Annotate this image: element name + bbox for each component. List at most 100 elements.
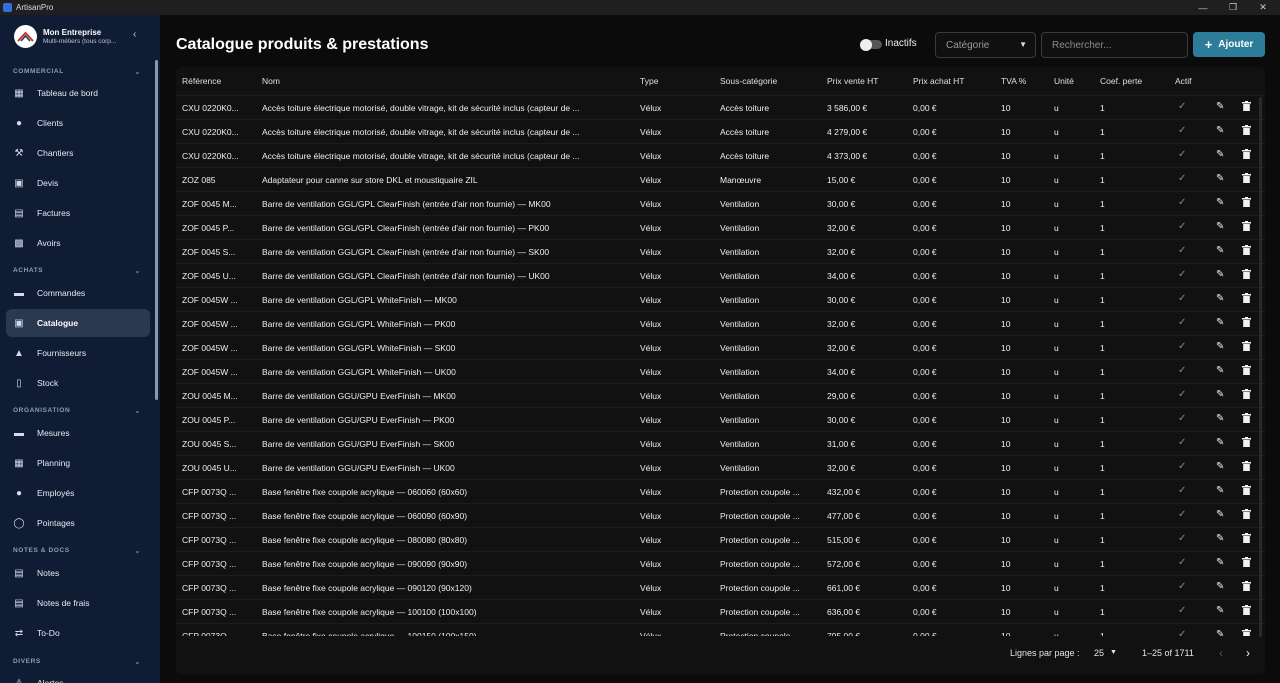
table-row[interactable]: CFP 0073Q ... Base fenêtre fixe coupole a…: [176, 503, 1265, 527]
edit-icon[interactable]: ✎: [1216, 509, 1224, 520]
chevron-down-icon[interactable]: ⌄: [134, 546, 141, 555]
edit-icon[interactable]: ✎: [1216, 293, 1224, 304]
delete-icon[interactable]: [1242, 533, 1251, 546]
delete-icon[interactable]: [1242, 557, 1251, 570]
delete-icon[interactable]: [1242, 389, 1251, 402]
column-header[interactable]: Nom: [262, 76, 280, 86]
delete-icon[interactable]: [1242, 365, 1251, 378]
sidebar-item-alertes[interactable]: ⚠ Alertes: [6, 669, 150, 683]
delete-icon[interactable]: [1242, 125, 1251, 138]
delete-icon[interactable]: [1242, 317, 1251, 330]
table-row[interactable]: CFP 0073Q ... Base fenêtre fixe coupole a…: [176, 527, 1265, 551]
edit-icon[interactable]: ✎: [1216, 365, 1224, 376]
delete-icon[interactable]: [1242, 605, 1251, 618]
category-select[interactable]: Catégorie ▼: [935, 32, 1036, 58]
delete-icon[interactable]: [1242, 341, 1251, 354]
table-row[interactable]: ZOU 0045 S... Barre de ventilation GGU/GP…: [176, 431, 1265, 455]
table-row[interactable]: CXU 0220K0... Accès toiture électrique mo…: [176, 143, 1265, 167]
table-row[interactable]: ZOF 0045W ... Barre de ventilation GGL/GP…: [176, 335, 1265, 359]
table-row[interactable]: CFP 0073Q ... Base fenêtre fixe coupole a…: [176, 599, 1265, 623]
edit-icon[interactable]: ✎: [1216, 413, 1224, 424]
edit-icon[interactable]: ✎: [1216, 245, 1224, 256]
minimize-icon[interactable]: —: [1188, 0, 1218, 15]
column-header[interactable]: TVA %: [1001, 76, 1026, 86]
company-switcher[interactable]: Mon Entreprise Multi-métiers (tous corp.…: [14, 25, 116, 48]
delete-icon[interactable]: [1242, 269, 1251, 282]
table-row[interactable]: ZOF 0045W ... Barre de ventilation GGL/GP…: [176, 311, 1265, 335]
table-row[interactable]: ZOF 0045 P... Barre de ventilation GGL/GP…: [176, 215, 1265, 239]
edit-icon[interactable]: ✎: [1216, 125, 1224, 136]
column-header[interactable]: Type: [640, 76, 658, 86]
edit-icon[interactable]: ✎: [1216, 221, 1224, 232]
table-row[interactable]: CXU 0220K0... Accès toiture électrique mo…: [176, 95, 1265, 119]
delete-icon[interactable]: [1242, 629, 1251, 636]
edit-icon[interactable]: ✎: [1216, 389, 1224, 400]
edit-icon[interactable]: ✎: [1216, 197, 1224, 208]
sidebar-item-planning[interactable]: ▦ Planning: [6, 449, 150, 477]
chevron-down-icon[interactable]: ⌄: [134, 67, 141, 76]
chevron-down-icon[interactable]: ⌄: [134, 657, 141, 666]
column-header[interactable]: Prix achat HT: [913, 76, 965, 86]
chevron-down-icon[interactable]: ▼: [1110, 649, 1117, 656]
table-row[interactable]: CFP 0073Q ... Base fenêtre fixe coupole a…: [176, 575, 1265, 599]
column-header[interactable]: Unité: [1054, 76, 1074, 86]
close-icon[interactable]: ✕: [1248, 0, 1278, 15]
table-row[interactable]: ZOU 0045 M... Barre de ventilation GGU/GP…: [176, 383, 1265, 407]
sidebar-item-to-do[interactable]: ⇄ To-Do: [6, 619, 150, 647]
edit-icon[interactable]: ✎: [1216, 173, 1224, 184]
delete-icon[interactable]: [1242, 509, 1251, 522]
table-row[interactable]: ZOZ 085 Adaptateur pour canne sur store D…: [176, 167, 1265, 191]
sidebar-item-mesures[interactable]: ▬ Mesures: [6, 419, 150, 447]
delete-icon[interactable]: [1242, 173, 1251, 186]
column-header[interactable]: Référence: [182, 76, 221, 86]
delete-icon[interactable]: [1242, 245, 1251, 258]
chevron-down-icon[interactable]: ⌄: [134, 406, 141, 415]
edit-icon[interactable]: ✎: [1216, 269, 1224, 280]
table-row[interactable]: CFP 0073Q ... Base fenêtre fixe coupole a…: [176, 551, 1265, 575]
table-scrollbar[interactable]: [1259, 97, 1262, 637]
sidebar-item-tableau-de-bord[interactable]: ▦ Tableau de bord: [6, 79, 150, 107]
delete-icon[interactable]: [1242, 149, 1251, 162]
sidebar-item-avoirs[interactable]: ▩ Avoirs: [6, 229, 150, 257]
column-header[interactable]: Prix vente HT: [827, 76, 879, 86]
sidebar-item-notes-de-frais[interactable]: ▤ Notes de frais: [6, 589, 150, 617]
edit-icon[interactable]: ✎: [1216, 437, 1224, 448]
sidebar-item-notes[interactable]: ▤ Notes: [6, 559, 150, 587]
sidebar-item-factures[interactable]: ▤ Factures: [6, 199, 150, 227]
next-page-icon[interactable]: ›: [1246, 646, 1250, 660]
table-row[interactable]: CFP 0073Q ... Base fenêtre fixe coupole a…: [176, 479, 1265, 503]
delete-icon[interactable]: [1242, 221, 1251, 234]
sidebar-item-pointages[interactable]: ◯ Pointages: [6, 509, 150, 537]
sidebar-item-commandes[interactable]: ▬ Commandes: [6, 279, 150, 307]
sidebar-item-devis[interactable]: ▣ Devis: [6, 169, 150, 197]
sidebar-item-stock[interactable]: ▯ Stock: [6, 369, 150, 397]
sidebar-scrollbar[interactable]: [155, 60, 158, 400]
delete-icon[interactable]: [1242, 293, 1251, 306]
delete-icon[interactable]: [1242, 581, 1251, 594]
delete-icon[interactable]: [1242, 461, 1251, 474]
delete-icon[interactable]: [1242, 485, 1251, 498]
search-input[interactable]: [1041, 32, 1188, 58]
table-row[interactable]: ZOF 0045W ... Barre de ventilation GGL/GP…: [176, 359, 1265, 383]
table-row[interactable]: ZOF 0045 U... Barre de ventilation GGL/GP…: [176, 263, 1265, 287]
table-row[interactable]: ZOU 0045 P... Barre de ventilation GGU/GP…: [176, 407, 1265, 431]
collapse-sidebar-icon[interactable]: ‹: [133, 29, 143, 43]
table-row[interactable]: ZOF 0045 S... Barre de ventilation GGL/GP…: [176, 239, 1265, 263]
table-row[interactable]: CXU 0220K0... Accès toiture électrique mo…: [176, 119, 1265, 143]
edit-icon[interactable]: ✎: [1216, 533, 1224, 544]
edit-icon[interactable]: ✎: [1216, 101, 1224, 112]
delete-icon[interactable]: [1242, 197, 1251, 210]
table-row[interactable]: ZOU 0045 U... Barre de ventilation GGU/GP…: [176, 455, 1265, 479]
table-row[interactable]: ZOF 0045 M... Barre de ventilation GGL/GP…: [176, 191, 1265, 215]
edit-icon[interactable]: ✎: [1216, 461, 1224, 472]
edit-icon[interactable]: ✎: [1216, 341, 1224, 352]
inactive-toggle[interactable]: [860, 38, 882, 51]
sidebar-item-catalogue[interactable]: ▣ Catalogue: [6, 309, 150, 337]
edit-icon[interactable]: ✎: [1216, 629, 1224, 636]
maximize-icon[interactable]: ❐: [1218, 0, 1248, 15]
table-row[interactable]: CFP 0073Q Base fenêtre fixe coupole acryl…: [176, 623, 1265, 636]
edit-icon[interactable]: ✎: [1216, 149, 1224, 160]
edit-icon[interactable]: ✎: [1216, 485, 1224, 496]
column-header[interactable]: Actif: [1175, 76, 1192, 86]
sidebar-item-chantiers[interactable]: ⚒ Chantiers: [6, 139, 150, 167]
